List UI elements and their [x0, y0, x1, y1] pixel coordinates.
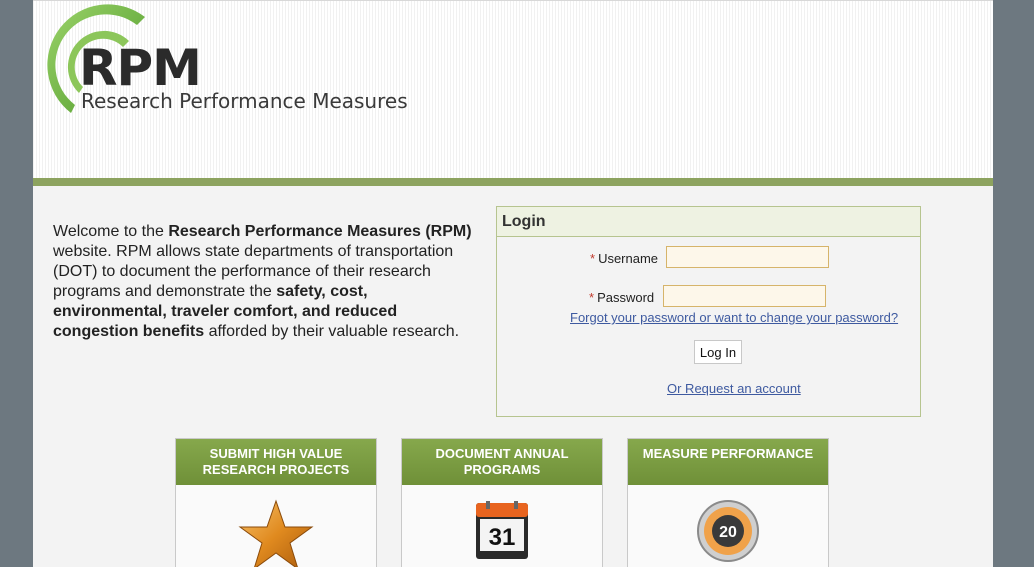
document-programs-card[interactable]: DOCUMENT ANNUAL PROGRAMS 31: [401, 438, 603, 567]
welcome-part: website. RPM allows state departments of…: [53, 243, 454, 300]
welcome-part: Welcome to the: [53, 223, 169, 240]
star-icon: [176, 497, 376, 567]
stopwatch-icon: 20: [628, 499, 828, 567]
card-title: MEASURE PERFORMANCE: [628, 439, 828, 485]
submit-projects-card[interactable]: SUBMIT HIGH VALUE RESEARCH PROJECTS: [175, 438, 377, 567]
card-title: DOCUMENT ANNUAL PROGRAMS: [402, 439, 602, 485]
welcome-part: afforded by their valuable research.: [204, 323, 460, 340]
login-panel: Login * Username * Password Forgot your pa…: [496, 206, 921, 417]
username-input[interactable]: [666, 246, 829, 268]
username-label: * Username: [590, 251, 658, 266]
stopwatch-value: 20: [719, 524, 737, 541]
header-divider: [33, 178, 993, 186]
welcome-text: Welcome to the Research Performance Meas…: [53, 222, 478, 342]
password-label-text: Password: [597, 290, 655, 305]
forgot-password-link[interactable]: Forgot your password or want to change y…: [570, 310, 898, 325]
card-title: SUBMIT HIGH VALUE RESEARCH PROJECTS: [176, 439, 376, 485]
username-label-text: Username: [598, 251, 659, 266]
measure-performance-card[interactable]: MEASURE PERFORMANCE 20: [627, 438, 829, 567]
request-account-link[interactable]: Or Request an account: [667, 381, 801, 396]
welcome-bold: Research Performance Measures (RPM): [168, 223, 472, 240]
password-label: * Password: [589, 290, 654, 305]
page: RPM Research Performance Measures Welcom…: [33, 0, 993, 567]
login-title: Login: [497, 207, 920, 237]
password-input[interactable]: [663, 285, 826, 307]
required-marker: *: [589, 290, 595, 305]
calendar-icon: 31: [402, 501, 602, 566]
logo-subtitle: Research Performance Measures: [81, 89, 408, 113]
header: RPM Research Performance Measures: [33, 0, 993, 179]
rpm-logo[interactable]: RPM Research Performance Measures: [33, 1, 413, 121]
required-marker: *: [590, 251, 596, 266]
login-button[interactable]: Log In: [694, 340, 742, 364]
calendar-day: 31: [489, 524, 516, 551]
